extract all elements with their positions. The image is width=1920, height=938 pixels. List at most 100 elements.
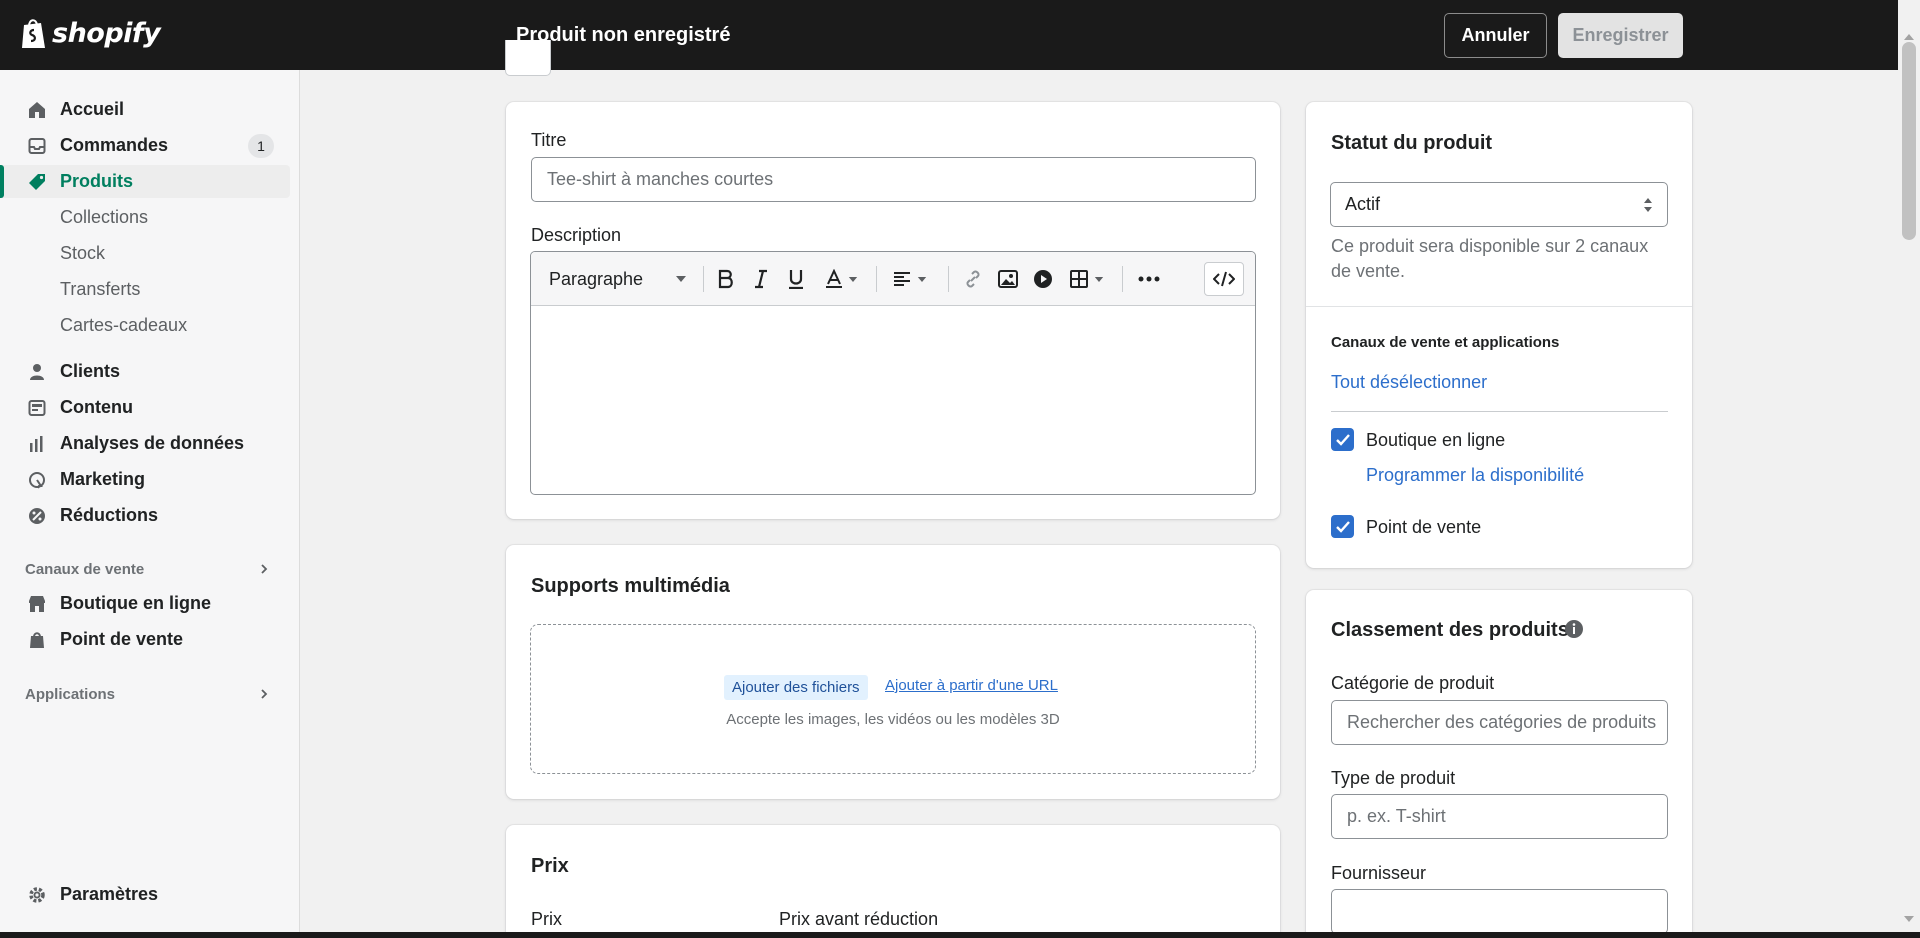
sidebar-item-settings[interactable]: Paramètres [0,878,290,911]
media-dropzone[interactable]: Ajouter des fichiers Ajouter à partir d'… [530,624,1256,774]
sidebar-item-marketing[interactable]: Marketing [0,463,290,496]
sidebar-item-home[interactable]: Accueil [0,93,290,126]
more-horizontal-icon [1138,276,1160,282]
sidebar-item-gift-cards[interactable]: Cartes-cadeaux [0,309,290,342]
bold-button[interactable] [713,266,739,292]
sidebar: Accueil Commandes 1 Produits Collections… [0,70,300,932]
cancel-button[interactable]: Annuler [1444,13,1547,58]
person-icon [27,362,47,382]
link-button[interactable] [960,266,986,292]
analytics-icon [27,434,47,454]
content-icon [27,398,47,418]
align-left-icon [894,272,910,286]
deselect-all-link[interactable]: Tout désélectionner [1331,372,1487,393]
sidebar-item-label: Stock [60,243,106,263]
sidebar-item-analytics[interactable]: Analyses de données [0,427,290,460]
sidebar-item-label: Boutique en ligne [60,593,211,613]
chevron-right-icon[interactable] [258,688,270,700]
save-button[interactable]: Enregistrer [1558,13,1683,58]
sidebar-item-content[interactable]: Contenu [0,391,290,424]
status-select[interactable]: Actif [1330,182,1668,227]
sidebar-item-label: Collections [60,207,149,227]
sidebar-item-discounts[interactable]: Réductions [0,499,290,532]
marketing-icon [27,470,47,490]
category-search-input[interactable]: Rechercher des catégories de produits [1331,700,1668,745]
add-from-url-link[interactable]: Ajouter à partir d'une URL [885,677,1058,694]
vendor-input[interactable] [1331,889,1668,934]
discount-icon [27,506,47,526]
more-options-button[interactable] [1134,266,1164,292]
dropzone-hint: Accepte les images, les vidéos ou les mo… [726,711,1060,728]
bold-icon [718,269,733,289]
info-icon[interactable] [1564,619,1584,639]
product-type-label: Type de produit [1331,768,1456,788]
caret-down-icon [676,276,686,282]
back-button-edge[interactable] [505,40,551,76]
text-color-icon [826,269,842,288]
description-label: Description [531,225,622,245]
sidebar-item-orders[interactable]: Commandes 1 [0,129,290,162]
title-input[interactable]: Tee-shirt à manches courtes [531,157,1256,202]
sidebar-item-customers[interactable]: Clients [0,355,290,388]
table-icon [1070,270,1088,288]
scroll-down-arrow-icon[interactable] [1904,916,1914,922]
point-of-sale-checkbox[interactable] [1331,515,1354,538]
sidebar-item-online-store[interactable]: Boutique en ligne [0,587,290,620]
sidebar-item-label: Marketing [60,469,146,489]
sidebar-item-stock[interactable]: Stock [0,237,290,270]
pricing-title: Prix [531,855,569,877]
image-button[interactable] [995,266,1021,292]
sidebar-item-transfers[interactable]: Transferts [0,273,290,306]
home-icon [27,100,47,120]
sidebar-item-collections[interactable]: Collections [0,201,290,234]
schedule-availability-link[interactable]: Programmer la disponibilité [1366,465,1584,486]
select-arrows-icon [1644,197,1652,212]
shopify-logo[interactable]: shopify [20,16,161,50]
caret-down-icon [917,276,927,282]
editor-toolbar: Paragraphe [531,252,1255,306]
sidebar-item-products[interactable]: Produits [0,165,290,198]
status-title: Statut du produit [1331,132,1493,154]
taskbar-edge [0,932,1920,938]
paragraph-select-label: Paragraphe [549,268,644,289]
sidebar-item-label: Contenu [60,397,133,417]
html-source-button[interactable] [1204,262,1244,296]
product-type-input[interactable]: p. ex. T-shirt [1331,794,1668,839]
price-label: Prix [531,909,562,929]
link-icon [966,270,980,288]
text-color-button[interactable] [819,266,863,292]
caret-down-icon [848,276,858,282]
sales-channels-heading: Canaux de vente [25,561,145,578]
scrollbar-thumb[interactable] [1902,42,1916,240]
tag-icon [27,172,47,192]
previous-section-edge [505,40,1281,76]
point-of-sale-label: Point de vente [1366,517,1482,537]
italic-icon [755,269,767,289]
table-button[interactable] [1065,266,1109,292]
vendor-label: Fournisseur [1331,863,1427,883]
sidebar-item-label: Transferts [60,279,141,299]
play-circle-icon [1034,270,1052,288]
sidebar-item-label: Produits [60,171,134,191]
toolbar-divider [948,266,949,292]
inbox-icon [27,136,47,156]
description-editor[interactable]: Paragraphe [530,251,1256,495]
underline-button[interactable] [783,266,809,292]
title-label: Titre [531,130,567,150]
orders-count-badge: 1 [248,133,274,158]
italic-button[interactable] [748,266,774,292]
scroll-up-arrow-icon[interactable] [1904,34,1914,40]
sidebar-item-label: Analyses de données [60,433,245,453]
align-button[interactable] [888,266,932,292]
paragraph-format-select[interactable]: Paragraphe [549,266,689,292]
video-button[interactable] [1030,266,1056,292]
image-icon [998,270,1018,288]
add-files-button[interactable]: Ajouter des fichiers [724,675,868,700]
sidebar-item-label: Paramètres [60,884,159,904]
online-store-checkbox[interactable] [1331,428,1354,451]
pos-bag-icon [27,630,47,650]
chevron-right-icon[interactable] [258,563,270,575]
sales-channels-apps-heading: Canaux de vente et applications [1331,334,1560,351]
sidebar-item-point-of-sale[interactable]: Point de vente [0,623,290,656]
caret-down-icon [1094,276,1104,282]
